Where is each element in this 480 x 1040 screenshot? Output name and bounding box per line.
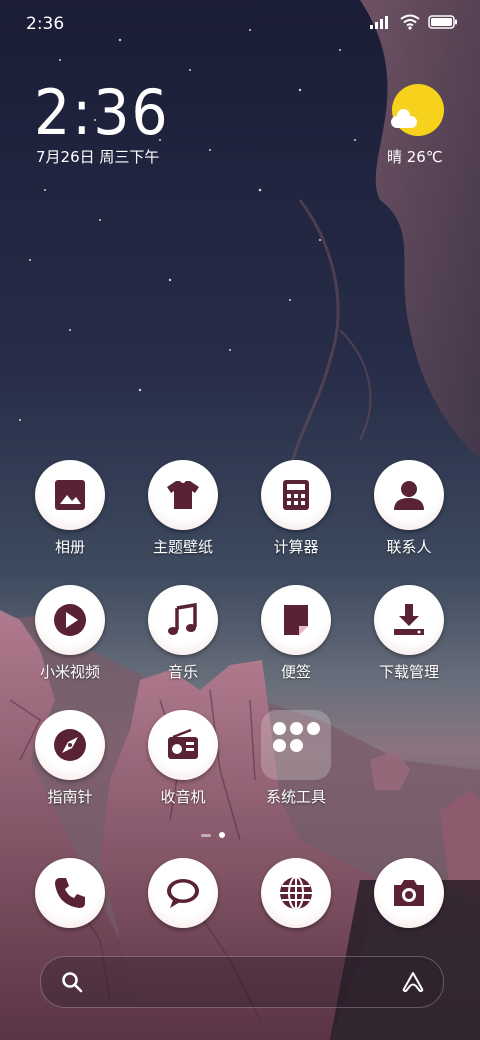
- app-gallery-circle: [35, 460, 105, 530]
- app-mi-video[interactable]: 小米视频: [15, 585, 125, 682]
- app-label: 下载管理: [378, 663, 439, 681]
- app-calculator[interactable]: 计算器: [241, 460, 351, 557]
- play-icon: [54, 604, 86, 636]
- page-indicator[interactable]: [201, 832, 225, 838]
- folder-mini-app-icon: [290, 722, 303, 735]
- app-calculator-circle: [261, 460, 331, 530]
- folder-mini-app-icon: [307, 722, 320, 735]
- app-label: 小米视频: [39, 663, 100, 681]
- cellular-signal-icon: [370, 16, 388, 29]
- message-icon: [167, 879, 199, 908]
- folder-mini-app-icon: [273, 739, 286, 752]
- app-label: 联系人: [386, 538, 432, 556]
- app-download-manager-circle: [374, 585, 444, 655]
- app-music[interactable]: 音乐: [128, 585, 238, 682]
- app-label: 计算器: [273, 538, 319, 556]
- folder-mini-app-icon: [290, 739, 303, 752]
- app-label: 相册: [54, 538, 85, 556]
- app-music-circle: [148, 585, 218, 655]
- status-icons: [370, 14, 458, 30]
- app-gallery[interactable]: 相册: [15, 460, 125, 557]
- app-label: 系统工具: [265, 788, 326, 806]
- wifi-icon: [400, 14, 420, 30]
- calculator-icon: [283, 480, 309, 510]
- status-time: 2:36: [26, 14, 65, 34]
- app-label: 指南针: [47, 788, 93, 806]
- dock-camera[interactable]: [374, 858, 444, 928]
- dock-phone[interactable]: [35, 858, 105, 928]
- camera-icon: [394, 880, 424, 906]
- app-label: 音乐: [167, 663, 198, 681]
- page-indicator-list: [201, 833, 211, 837]
- note-icon: [284, 605, 308, 635]
- app-download-manager[interactable]: 下载管理: [354, 585, 464, 682]
- app-compass-circle: [35, 710, 105, 780]
- global-search-bar[interactable]: [40, 956, 444, 1008]
- search-icon: [62, 972, 83, 993]
- xiaoai-assistant-icon[interactable]: [401, 970, 425, 994]
- music-note-icon: [168, 602, 197, 635]
- page-indicator-dot: [219, 832, 225, 838]
- app-themes[interactable]: 主题壁纸: [128, 460, 238, 557]
- dock-browser[interactable]: [261, 858, 331, 928]
- app-label: 主题壁纸: [152, 538, 213, 556]
- weather-cloud-icon: [391, 109, 417, 128]
- gallery-icon: [55, 480, 85, 510]
- app-label: 便签: [280, 663, 311, 681]
- radio-icon: [168, 728, 198, 759]
- app-contacts-circle: [374, 460, 444, 530]
- download-icon: [394, 604, 424, 635]
- app-radio[interactable]: 收音机: [128, 710, 238, 807]
- clock-time-text: 2:36: [34, 76, 170, 149]
- weather-text[interactable]: 晴 26℃: [387, 146, 443, 167]
- app-notes-circle: [261, 585, 331, 655]
- dock-messages[interactable]: [148, 858, 218, 928]
- contacts-icon: [394, 481, 424, 510]
- folder-mini-app-icon: [273, 722, 286, 735]
- app-notes[interactable]: 便签: [241, 585, 351, 682]
- app-contacts[interactable]: 联系人: [354, 460, 464, 557]
- app-mi-video-circle: [35, 585, 105, 655]
- app-themes-circle: [148, 460, 218, 530]
- clock-widget-time[interactable]: 2:36: [34, 78, 181, 148]
- folder-icon: [261, 710, 331, 780]
- app-folder-system-tools[interactable]: 系统工具: [241, 710, 351, 807]
- compass-icon: [54, 729, 86, 761]
- app-radio-circle: [148, 710, 218, 780]
- phone-icon: [55, 878, 85, 908]
- tshirt-icon: [167, 481, 199, 509]
- app-compass[interactable]: 指南针: [15, 710, 125, 807]
- browser-globe-icon: [280, 876, 312, 910]
- clock-widget-date[interactable]: 7月26日 周三下午: [36, 146, 159, 167]
- status-bar: 2:36: [0, 0, 480, 50]
- battery-icon: [428, 15, 457, 29]
- app-label: 收音机: [160, 788, 206, 806]
